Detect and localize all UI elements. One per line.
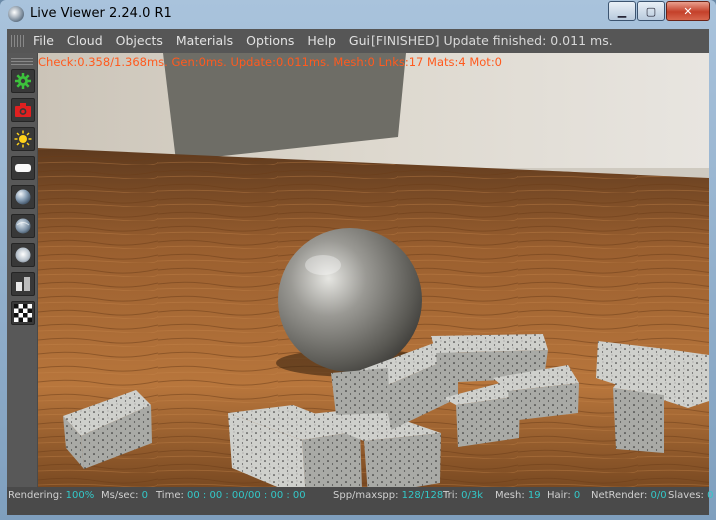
menu-items: File Cloud Objects Materials Options Hel…	[33, 33, 383, 48]
status-mesh: Mesh: 19	[495, 490, 541, 501]
render-viewport[interactable]	[38, 53, 709, 487]
menu-bar: File Cloud Objects Materials Options Hel…	[7, 29, 709, 53]
menu-file[interactable]: File	[33, 33, 54, 48]
sun-light-icon[interactable]	[11, 127, 35, 151]
render-stats-overlay: Check:0.358/1.368ms. Gen:0ms. Update:0.0…	[38, 55, 503, 69]
maximize-button[interactable]: ▢	[637, 1, 665, 21]
material-sphere-icon[interactable]	[11, 185, 35, 209]
status-rendering: Rendering: 100%	[8, 490, 95, 501]
rendered-scene-image	[38, 53, 709, 487]
object-pair-icon[interactable]	[11, 272, 35, 296]
status-netrender: NetRender: 0/0	[591, 490, 667, 501]
title-bar[interactable]: Live Viewer 2.24.0 R1 ▁ ▢ ✕	[0, 0, 716, 28]
status-slaves: Slaves: 0	[668, 490, 714, 501]
camera-icon[interactable]	[11, 98, 35, 122]
menu-objects[interactable]: Objects	[116, 33, 163, 48]
menu-grip-handle[interactable]	[11, 35, 25, 47]
menu-materials[interactable]: Materials	[176, 33, 233, 48]
settings-gear-icon[interactable]	[11, 69, 35, 93]
close-button[interactable]: ✕	[666, 1, 710, 21]
menu-cloud[interactable]: Cloud	[67, 33, 103, 48]
minimize-button[interactable]: ▁	[608, 1, 636, 21]
client-area: File Cloud Objects Materials Options Hel…	[7, 29, 713, 515]
window-controls: ▁ ▢ ✕	[607, 1, 710, 21]
status-time: Time: 00 : 00 : 00/00 : 00 : 00	[156, 490, 306, 501]
menu-options[interactable]: Options	[246, 33, 294, 48]
status-bar: Rendering: 100% Ms/sec: 0 Time: 00 : 00 …	[7, 487, 713, 515]
status-hair: Hair: 0	[547, 490, 581, 501]
menu-gui[interactable]: Gui	[349, 33, 370, 48]
toolbar-grip-handle[interactable]	[11, 57, 33, 65]
render-status-message: [FINISHED] Update finished: 0.011 ms.	[371, 33, 613, 48]
glass-sphere-icon[interactable]	[11, 243, 35, 267]
left-toolbar	[7, 53, 37, 487]
checker-texture-icon[interactable]	[11, 301, 35, 325]
window-title: Live Viewer 2.24.0 R1	[30, 6, 172, 21]
blurred-sphere-icon[interactable]	[11, 214, 35, 238]
status-tri: Tri: 0/3k	[443, 490, 483, 501]
area-light-icon[interactable]	[11, 156, 35, 180]
app-logo-icon	[8, 6, 24, 22]
live-viewer-window: Live Viewer 2.24.0 R1 ▁ ▢ ✕ File Cloud O…	[0, 0, 716, 520]
status-ms-sec: Ms/sec: 0	[101, 490, 148, 501]
menu-help[interactable]: Help	[307, 33, 336, 48]
status-spp: Spp/maxspp: 128/128	[333, 490, 444, 501]
